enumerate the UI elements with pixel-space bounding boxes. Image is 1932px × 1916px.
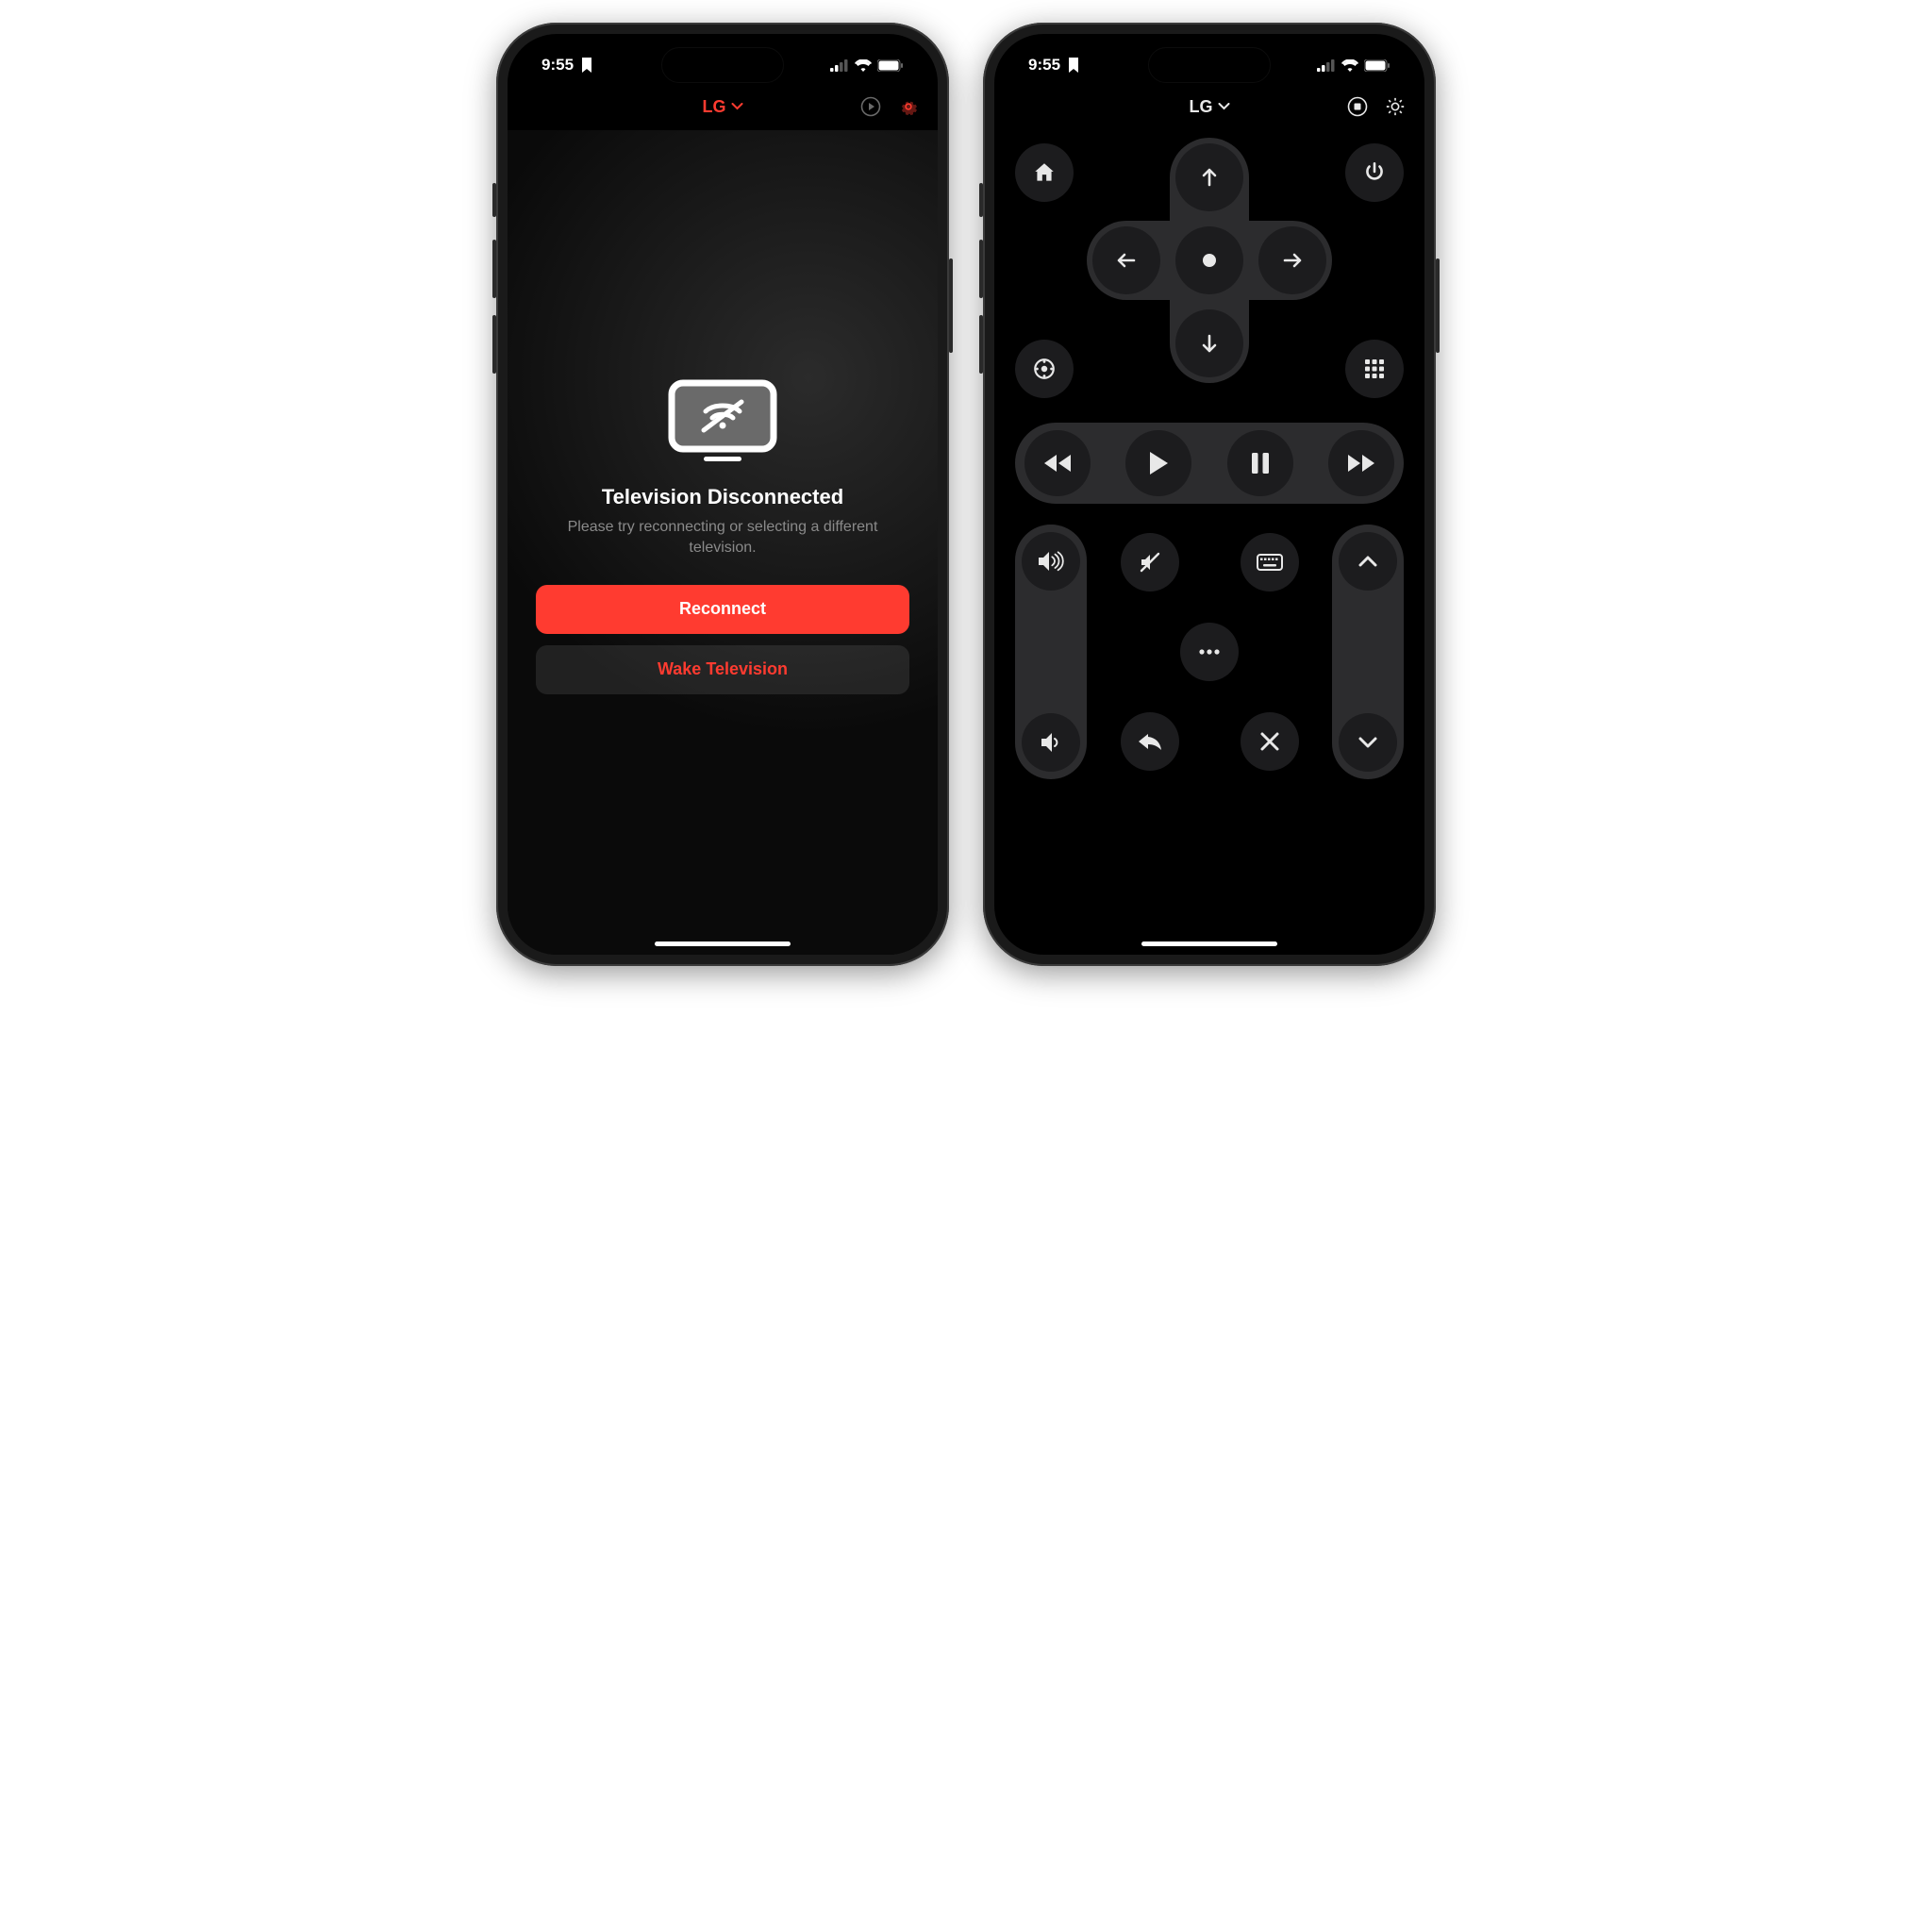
dpad-left[interactable] — [1092, 226, 1160, 294]
screen-right: 9:55 LG — [994, 34, 1424, 955]
media-controls — [1015, 423, 1404, 504]
cellular-icon — [1317, 59, 1336, 72]
play-button[interactable] — [1125, 430, 1191, 496]
home-indicator[interactable] — [655, 941, 791, 946]
channel-down-button[interactable] — [1339, 713, 1397, 772]
dpad-down[interactable] — [1175, 309, 1243, 377]
channel-pill — [1332, 525, 1404, 779]
battery-icon — [877, 59, 904, 72]
rewind-button[interactable] — [1024, 430, 1091, 496]
volume-pill — [1015, 525, 1087, 779]
gear-icon[interactable] — [1385, 96, 1406, 117]
center-buttons — [1096, 525, 1323, 779]
bottom-area — [1015, 525, 1404, 779]
keyboard-button[interactable] — [1241, 533, 1299, 591]
disconnected-subtitle: Please try reconnecting or selecting a d… — [536, 517, 909, 558]
top-bar-left: LG — [508, 83, 938, 130]
wifi-icon — [855, 59, 872, 72]
bookmark-icon — [1068, 58, 1079, 73]
screen-left: 9:55 LG — [508, 34, 938, 955]
wifi-icon — [1341, 59, 1358, 72]
status-time: 9:55 — [541, 56, 574, 75]
chevron-down-icon — [732, 103, 743, 110]
home-button[interactable] — [1015, 143, 1074, 202]
dpad-ok[interactable] — [1175, 226, 1243, 294]
device-selector[interactable]: LG — [703, 97, 743, 117]
device-name: LG — [703, 97, 726, 117]
volume-down-button[interactable] — [1022, 713, 1080, 772]
home-indicator[interactable] — [1141, 941, 1277, 946]
device-selector[interactable]: LG — [1190, 97, 1230, 117]
top-bar-right: LG — [994, 83, 1424, 130]
status-time: 9:55 — [1028, 56, 1060, 75]
power-button[interactable] — [1345, 143, 1404, 202]
cellular-icon — [830, 59, 849, 72]
bookmark-icon — [581, 58, 592, 73]
play-circle-icon[interactable] — [860, 96, 881, 117]
volume-up-button[interactable] — [1022, 532, 1080, 591]
chevron-down-icon — [1219, 103, 1230, 110]
dpad-area — [1015, 138, 1404, 402]
pause-button[interactable] — [1227, 430, 1293, 496]
more-button[interactable] — [1180, 623, 1239, 681]
dpad-right[interactable] — [1258, 226, 1326, 294]
dpad — [1087, 138, 1332, 383]
disconnected-panel: Television Disconnected Please try recon… — [508, 130, 938, 955]
disconnected-title: Television Disconnected — [602, 485, 843, 509]
channel-up-button[interactable] — [1339, 532, 1397, 591]
remote-layout — [994, 130, 1424, 955]
apps-grid-button[interactable] — [1345, 340, 1404, 398]
device-name: LG — [1190, 97, 1213, 117]
reconnect-button[interactable]: Reconnect — [536, 585, 909, 634]
gear-icon[interactable] — [898, 96, 919, 117]
back-button[interactable] — [1121, 712, 1179, 771]
mute-button[interactable] — [1121, 533, 1179, 591]
dpad-up[interactable] — [1175, 143, 1243, 211]
tv-disconnected-icon — [666, 379, 779, 464]
dynamic-island — [661, 47, 784, 83]
forward-button[interactable] — [1328, 430, 1394, 496]
phone-frame-left: 9:55 LG — [496, 23, 949, 966]
dynamic-island — [1148, 47, 1271, 83]
pointer-button[interactable] — [1015, 340, 1074, 398]
wake-television-button[interactable]: Wake Television — [536, 645, 909, 694]
phone-frame-right: 9:55 LG — [983, 23, 1436, 966]
battery-icon — [1364, 59, 1391, 72]
stop-circle-icon[interactable] — [1347, 96, 1368, 117]
exit-button[interactable] — [1241, 712, 1299, 771]
